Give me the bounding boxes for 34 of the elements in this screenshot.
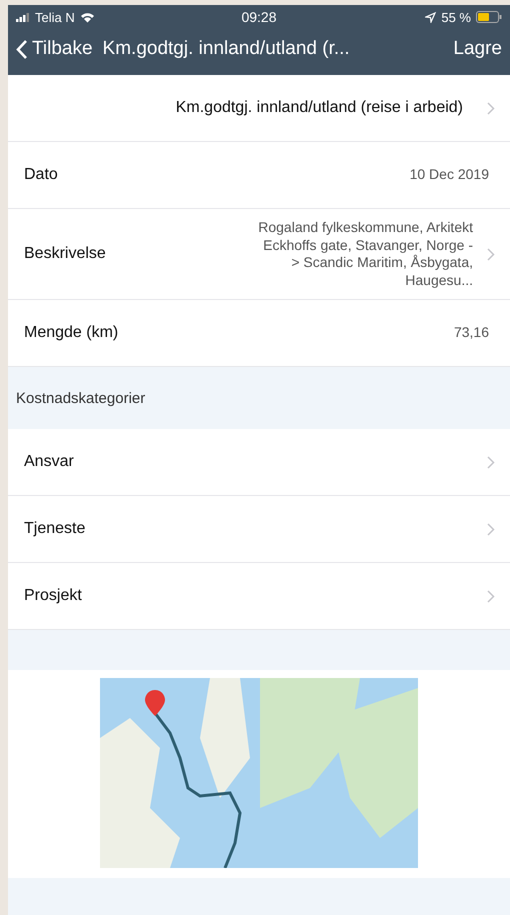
back-chevron-icon	[16, 38, 28, 60]
field-value: 73,16	[454, 323, 489, 342]
category-label: Tjeneste	[24, 520, 86, 538]
wifi-icon	[80, 12, 95, 22]
status-time: 09:28	[241, 9, 277, 25]
location-arrow-icon	[425, 12, 436, 22]
chevron-icon	[487, 590, 495, 602]
save-button[interactable]: Lagre	[453, 38, 502, 60]
field-label: Beskrivelse	[24, 245, 107, 263]
back-button[interactable]: Tilbake	[16, 38, 93, 60]
chevron-icon	[487, 248, 495, 260]
chevron-icon	[487, 102, 495, 114]
field-value: 10 Dec 2019	[410, 165, 489, 184]
form-row[interactable]: Dato 10 Dec 2019	[8, 142, 510, 209]
battery-icon	[476, 11, 502, 23]
category-label: Ansvar	[24, 453, 75, 471]
expense-type-row[interactable]: Km.godtgj. innland/utland (reise i arbeid)	[8, 75, 510, 142]
form-row[interactable]: Beskrivelse Rogaland fylkeskommune, Arkitekt Eckhoffs gate, Stavanger, Norge -> Scandic Maritim, Åsbygata, Haugesu...	[8, 209, 510, 300]
field-label: Mengde (km)	[24, 324, 120, 342]
category-row[interactable]: Prosjekt	[8, 563, 510, 630]
form-row[interactable]: Mengde (km) 73,16	[8, 300, 510, 367]
battery-percent: 55 %	[441, 10, 471, 24]
category-row[interactable]: Tjeneste	[8, 496, 510, 563]
category-row[interactable]: Ansvar	[8, 429, 510, 496]
field-label: Dato	[24, 166, 59, 184]
nav-title: Km.godtgj. innland/utland (r...	[102, 38, 351, 60]
category-label: Prosjekt	[24, 587, 83, 605]
chevron-icon	[487, 522, 495, 536]
field-value: Rogaland fylkeskommune, Arkitekt Eckhoffs gate, Stavanger, Norge -> Scandic Maritim, Åsbygata, Haugesu...	[258, 218, 473, 290]
section-header: Kostnadskategorier	[15, 388, 146, 408]
carrier-name: Telia N	[35, 10, 75, 24]
chevron-icon	[487, 456, 495, 468]
expense-type-label: Km.godtgj. innland/utland (reise i arbeid)	[176, 99, 463, 117]
signal-icon	[16, 12, 30, 22]
